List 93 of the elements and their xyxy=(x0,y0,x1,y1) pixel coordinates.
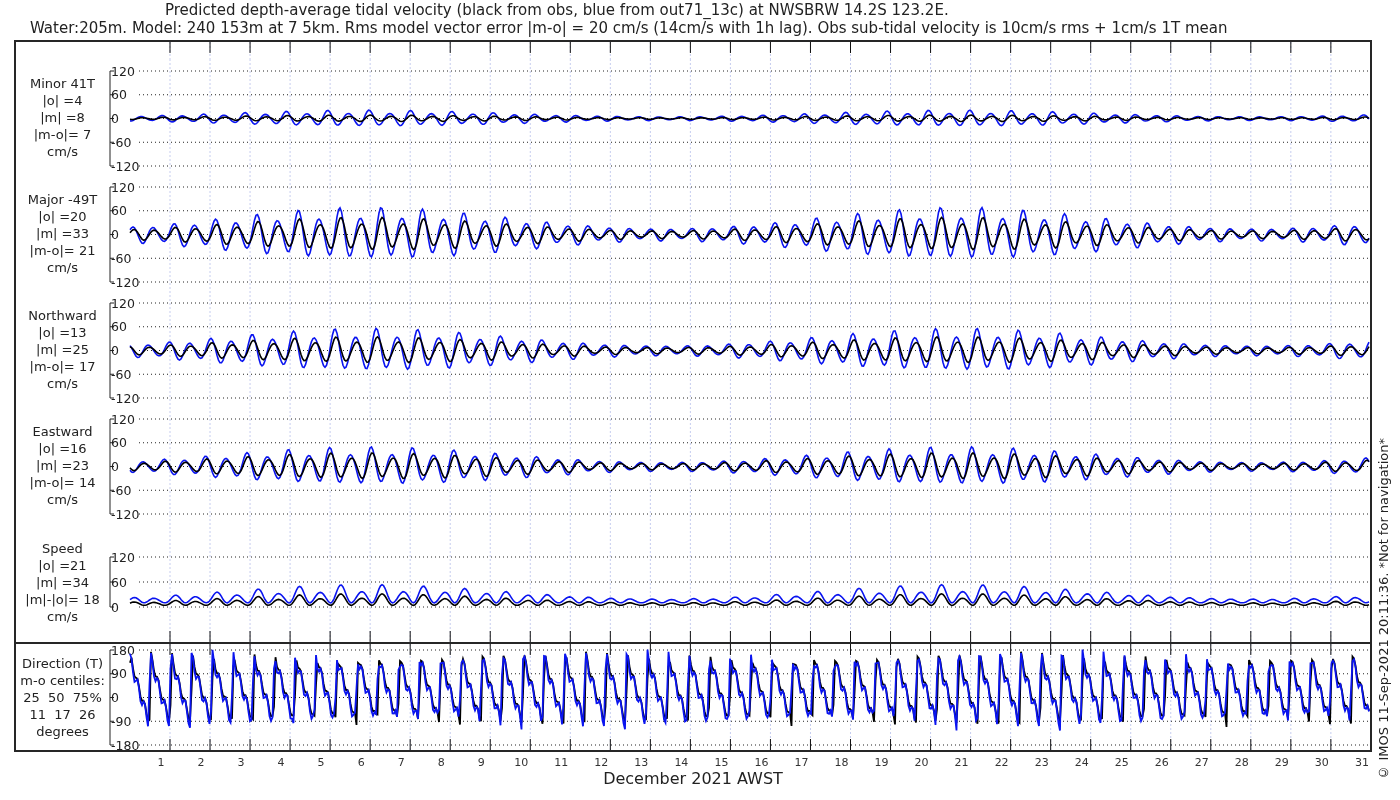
panel-stat: |m| =8 xyxy=(40,108,85,126)
tick-label: 120 xyxy=(111,411,135,427)
tick-label: 26 xyxy=(1154,756,1169,769)
tick-label: 19 xyxy=(874,756,889,769)
panel-stat: |m-o|= 17 xyxy=(29,357,96,375)
tick-label: 18 xyxy=(834,756,849,769)
panel-title: Direction (T) xyxy=(22,654,103,672)
tick-label: 0 xyxy=(111,459,119,474)
tick-label: 17 xyxy=(794,756,809,769)
tick-label: 20 xyxy=(914,756,929,769)
panel-stat: |m-o|= 21 xyxy=(29,241,96,259)
tick-label: 7 xyxy=(397,756,405,769)
tick-label: 120 xyxy=(111,549,135,565)
panel-stat: |m-o|= 14 xyxy=(29,473,96,491)
panel-stat: cm/s xyxy=(47,258,78,276)
tick-label: 3 xyxy=(237,756,245,769)
panel-stat: |o| =20 xyxy=(38,207,87,225)
panel-stat: |m| =23 xyxy=(36,456,89,474)
tick-label: 25 xyxy=(1114,756,1129,769)
panel-stat: |o| =4 xyxy=(42,91,83,109)
tick-label: -180 xyxy=(111,737,140,750)
tick-label: 15 xyxy=(714,756,729,769)
tick-label: 8 xyxy=(437,756,445,769)
chart-title: Water:205m. Model: 240 153m at 7 5km. Rms model vector error |m-o| = 20 cm/s (14cm/s with 1h lag). Obs sub-tidal velocity is 10cm/s rms + 1cm/s 1T mean xyxy=(29,19,1229,37)
panel-stat: |m|-|o|= 18 xyxy=(25,591,100,608)
tick-label: 60 xyxy=(111,87,127,103)
credit-text: © IMOS 11-Sep-2021 20:11:36. *Not for navigation* xyxy=(1376,438,1392,780)
axis-label: December 2021 AWST xyxy=(603,770,783,788)
tick-label: 22 xyxy=(994,756,1009,769)
panel-stat: |m| =34 xyxy=(36,574,89,591)
tick-label: 120 xyxy=(111,295,135,311)
tick-label: 6 xyxy=(357,756,365,769)
tick-label: 24 xyxy=(1074,756,1089,769)
tick-label: 60 xyxy=(111,319,127,335)
panel-title: Speed xyxy=(42,540,83,557)
panel-stat: |m| =25 xyxy=(36,340,89,358)
tick-label: 9 xyxy=(477,756,485,769)
tick-label: -120 xyxy=(111,390,140,406)
panel-stat: |m| =33 xyxy=(36,224,89,242)
tick-label: 0 xyxy=(111,599,119,615)
panel-stat: |o| =16 xyxy=(38,439,87,457)
tick-label: 0 xyxy=(111,690,119,705)
tick-label: 11 xyxy=(554,756,569,769)
tick-label: 23 xyxy=(1034,756,1049,769)
panel-stat: 25 50 75% xyxy=(23,688,102,706)
panel-stat: cm/s xyxy=(47,608,78,625)
panel-title: Eastward xyxy=(32,422,93,440)
tick-label: -120 xyxy=(111,274,140,290)
tick-label: 12 xyxy=(594,756,609,769)
panel-title: Northward xyxy=(28,306,97,324)
tick-label: -60 xyxy=(111,250,132,266)
tick-label: 0 xyxy=(111,111,119,126)
panel-title: Minor 41T xyxy=(30,74,95,92)
tick-label: 30 xyxy=(1314,756,1329,769)
panel-stat: |o| =13 xyxy=(38,323,87,341)
panel-stat: cm/s xyxy=(47,490,78,508)
tick-label: 120 xyxy=(111,63,135,79)
tick-label: 60 xyxy=(111,203,127,219)
tick-label: 31 xyxy=(1354,756,1369,769)
tick-label: 4 xyxy=(277,756,285,769)
panel-stat: 11 17 26 xyxy=(29,705,96,723)
tick-label: 14 xyxy=(674,756,689,769)
tick-label: 0 xyxy=(111,227,119,242)
tick-label: -90 xyxy=(111,713,132,729)
tick-label: 13 xyxy=(634,756,649,769)
tick-label: 1 xyxy=(157,756,165,769)
tick-label: 21 xyxy=(954,756,969,769)
chart-title: Predicted depth-average tidal velocity (black from obs, blue from out71_13c) at NWSBRW 14.2S 123.2E. xyxy=(164,1,950,19)
tick-label: 2 xyxy=(197,756,205,769)
tick-label: 16 xyxy=(754,756,769,769)
tick-label: 10 xyxy=(514,756,529,769)
tick-label: 60 xyxy=(111,435,127,451)
tick-label: 120 xyxy=(111,179,135,195)
tick-label: -120 xyxy=(111,158,140,174)
panel-stat: m-o centiles: xyxy=(20,671,105,689)
tick-label: -60 xyxy=(111,366,132,382)
panel-stat: cm/s xyxy=(47,142,78,160)
tick-label: -60 xyxy=(111,134,132,150)
tick-label: -120 xyxy=(111,506,140,522)
tick-label: 60 xyxy=(111,574,127,590)
tick-label: -60 xyxy=(111,482,132,498)
tick-label: 0 xyxy=(111,343,119,358)
tick-label: 29 xyxy=(1274,756,1289,769)
panel-stat: |m-o|= 7 xyxy=(33,125,92,143)
tick-label: 5 xyxy=(317,756,325,769)
panel-title: Major -49T xyxy=(27,190,98,208)
tick-label: 27 xyxy=(1194,756,1209,769)
tick-label: 28 xyxy=(1234,756,1249,769)
tick-label: 180 xyxy=(111,644,135,658)
panel-stat: degrees xyxy=(36,722,89,740)
tick-label: 90 xyxy=(111,666,127,682)
panel-stat: |o| =21 xyxy=(38,557,87,574)
panel-stat: cm/s xyxy=(47,374,78,392)
